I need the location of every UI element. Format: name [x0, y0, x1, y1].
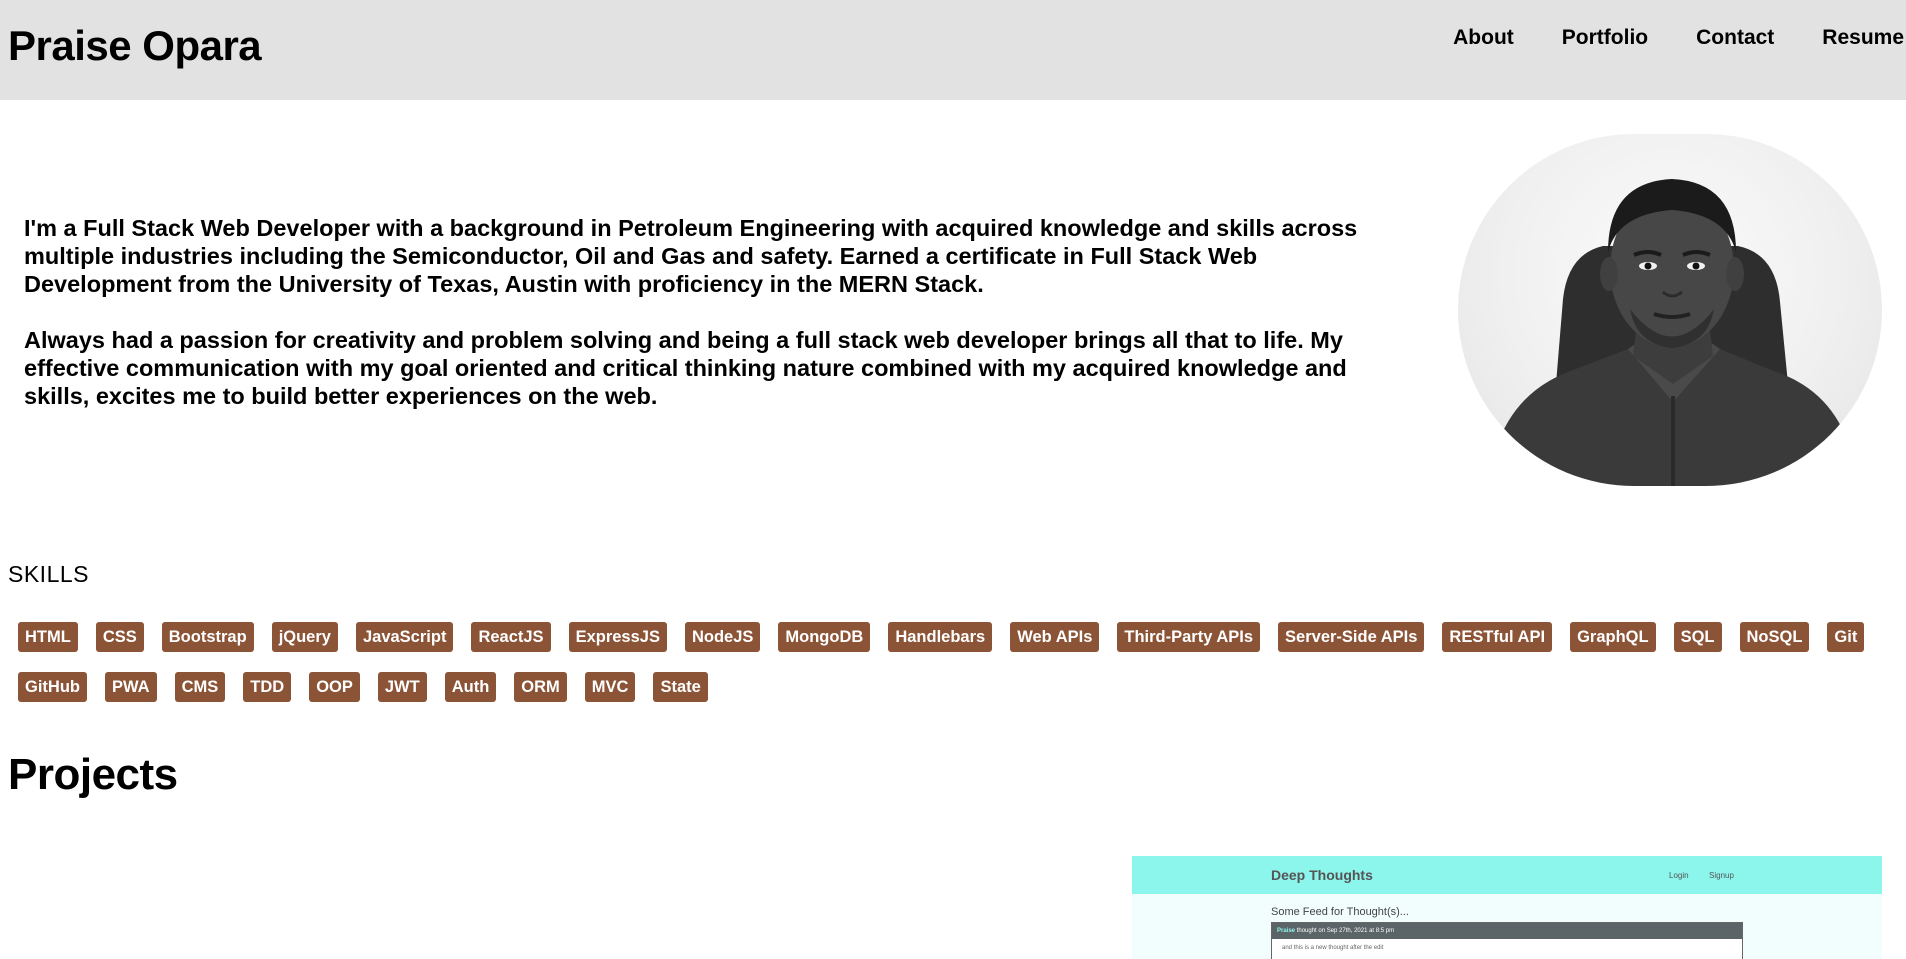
- skill-badge-javascript: JavaScript: [355, 622, 454, 652]
- skill-badge-reactjs: ReactJS: [471, 622, 551, 652]
- preview-app-header: [1132, 856, 1882, 894]
- skill-badge-tdd: TDD: [243, 672, 292, 702]
- skill-badge-handlebars: Handlebars: [888, 622, 993, 652]
- skill-badge-web-apis: Web APIs: [1010, 622, 1100, 652]
- about-paragraph: I'm a Full Stack Web Developer with a ba…: [24, 215, 1358, 297]
- skill-badge-orm: ORM: [514, 672, 567, 702]
- skill-badge-html: HTML: [18, 622, 78, 652]
- projects-heading: Projects: [8, 750, 178, 799]
- preview-app-title: Deep Thoughts: [1271, 867, 1373, 883]
- skill-badge-cms: CMS: [174, 672, 226, 702]
- project-preview-deep-thoughts[interactable]: Deep Thoughts Login Signup Some Feed for…: [1132, 856, 1882, 959]
- about-paragraph: Always had a passion for creativity and …: [24, 327, 1347, 409]
- skill-badge-github: GitHub: [18, 672, 87, 702]
- skill-badge-git: Git: [1827, 622, 1865, 652]
- profile-photo: [1458, 134, 1882, 486]
- preview-card-meta: thought on Sep 27th, 2021 at 8:5 pm: [1296, 928, 1395, 934]
- skill-badge-auth: Auth: [444, 672, 497, 702]
- skill-badge-jwt: JWT: [377, 672, 427, 702]
- skill-badge-server-side-apis: Server-Side APIs: [1278, 622, 1425, 652]
- skill-badge-jquery: jQuery: [271, 622, 338, 652]
- preview-card-author: Praise: [1277, 928, 1296, 934]
- skill-badge-restful-api: RESTful API: [1442, 622, 1553, 652]
- skill-badge-pwa: PWA: [105, 672, 157, 702]
- skills-list: HTML CSS Bootstrap jQuery JavaScript ReactJS E…: [10, 622, 1890, 702]
- skill-badge-state: State: [653, 672, 708, 702]
- main-nav: About Portfolio Contact Resume: [1405, 24, 1906, 52]
- skill-badge-graphql: GraphQL: [1570, 622, 1656, 652]
- skill-badge-nosql: NoSQL: [1739, 622, 1810, 652]
- preview-card-header: Praise thought on Sep 27th, 2021 at 8:5 …: [1272, 923, 1742, 939]
- nav-resume-link[interactable]: Resume: [1822, 24, 1904, 52]
- preview-login-link: Login: [1669, 871, 1689, 880]
- skills-heading: SKILLS: [8, 561, 89, 587]
- nav-contact-link[interactable]: Contact: [1696, 24, 1774, 52]
- nav-portfolio-link[interactable]: Portfolio: [1562, 24, 1648, 52]
- preview-card-text: and this is a new thought after the edit: [1282, 945, 1384, 951]
- site-brand[interactable]: Praise Opara: [8, 22, 262, 70]
- skill-badge-mongodb: MongoDB: [778, 622, 871, 652]
- skill-badge-css: CSS: [95, 622, 144, 652]
- preview-feed-title: Some Feed for Thought(s)...: [1271, 906, 1409, 918]
- skill-badge-expressjs: ExpressJS: [568, 622, 667, 652]
- about-section: I'm a Full Stack Web Developer with a ba…: [24, 214, 1369, 410]
- preview-thought-card: Praise thought on Sep 27th, 2021 at 8:5 …: [1271, 922, 1743, 959]
- skill-badge-third-party-apis: Third-Party APIs: [1117, 622, 1261, 652]
- nav-about-link[interactable]: About: [1453, 24, 1514, 52]
- skill-badge-bootstrap: Bootstrap: [161, 622, 254, 652]
- skill-badge-mvc: MVC: [584, 672, 636, 702]
- site-header: Praise Opara About Portfolio Contact Res…: [0, 0, 1906, 100]
- skill-badge-sql: SQL: [1673, 622, 1722, 652]
- preview-signup-link: Signup: [1709, 871, 1734, 880]
- skill-badge-nodejs: NodeJS: [684, 622, 761, 652]
- skill-badge-oop: OOP: [309, 672, 360, 702]
